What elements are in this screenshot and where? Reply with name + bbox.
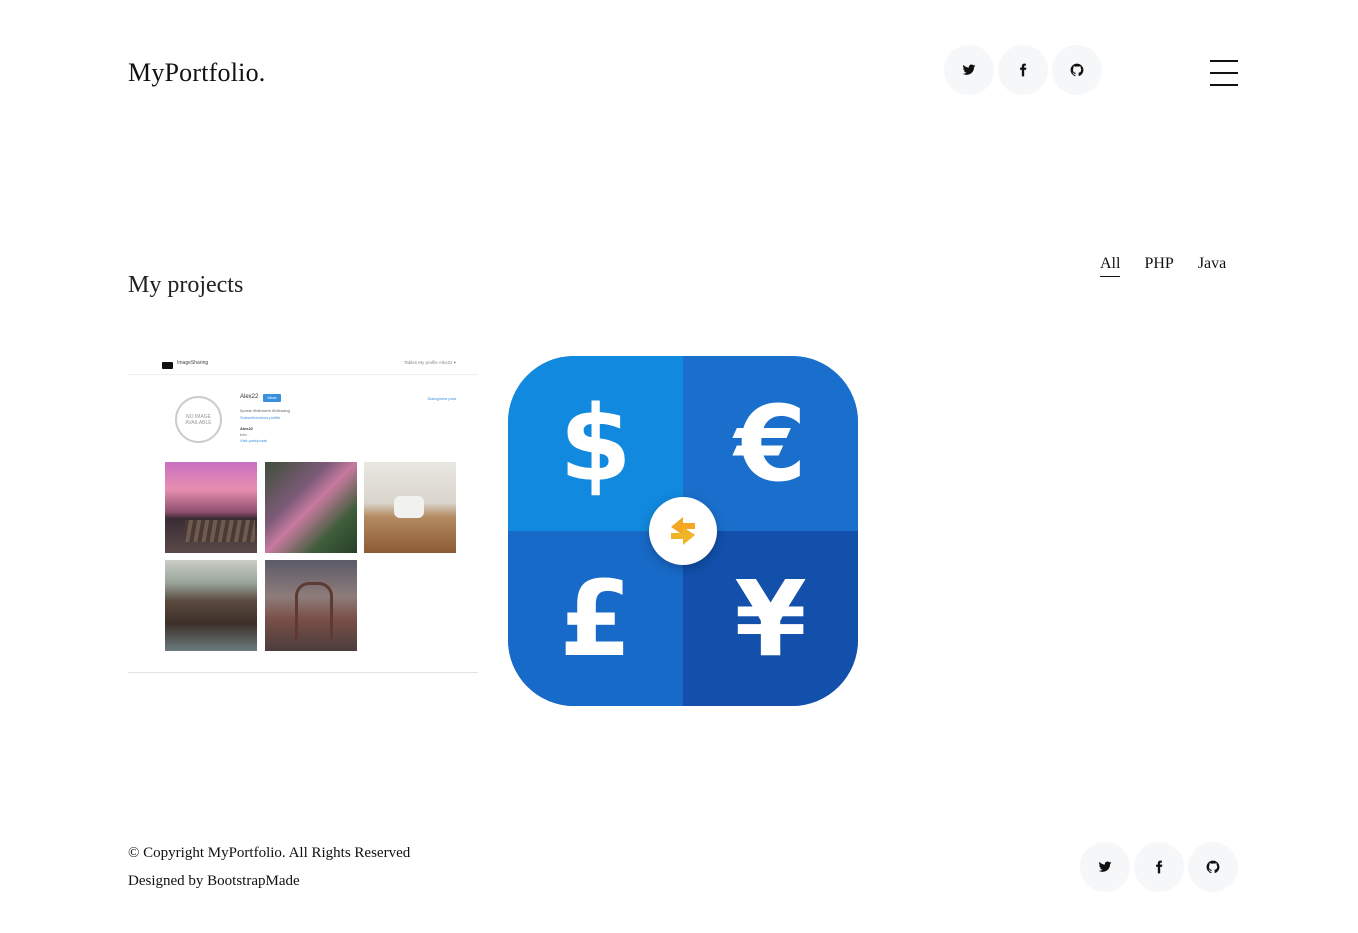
menu-line [1210,60,1238,62]
github-icon [1206,860,1220,874]
facebook-link[interactable] [998,45,1048,95]
copyright-text: © Copyright MyPortfolio. All Rights Rese… [128,845,411,861]
twitter-link[interactable] [1080,842,1130,892]
menu-line [1210,72,1238,74]
preview-stats: 0posts 0followers 0following [240,408,290,413]
project-filters: All PHP Java [1100,255,1226,277]
preview-name: Alex22 [240,426,253,431]
footer-social-links [1080,842,1238,892]
camera-icon [162,362,173,369]
photo-thumbnail [265,560,357,651]
github-icon [1070,63,1084,77]
preview-nav-links: Tables My profile Alex22 ▾ [403,360,456,365]
site-logo[interactable]: MyPortfolio. [128,58,265,88]
github-link[interactable] [1052,45,1102,95]
preview-bio: Info [240,432,247,437]
preview-brand: ImageSharing [177,360,209,366]
preview-subscribe: Subscribe/show profile [240,415,281,420]
menu-line [1210,84,1238,86]
facebook-icon [1156,860,1163,874]
preview-all-posts: Visit post/posts [240,438,267,443]
section-title: My projects [128,272,244,298]
swap-arrows-icon [649,497,717,565]
filter-all[interactable]: All [1100,255,1121,277]
euro-symbol: € [734,382,807,505]
filter-php[interactable]: PHP [1144,255,1173,277]
twitter-icon [962,64,976,75]
twitter-link[interactable] [944,45,994,95]
header-social-links [944,45,1102,95]
pound-symbol: £ [559,557,632,680]
hamburger-menu-icon[interactable] [1210,60,1238,87]
preview-username: Alex22 [240,394,259,400]
facebook-link[interactable] [1134,842,1184,892]
bootstrapmade-link[interactable]: BootstrapMade [207,873,299,889]
preview-navbar: ImageSharing Tables My profile Alex22 ▾ [128,356,478,375]
photo-thumbnail [364,462,456,553]
github-link[interactable] [1188,842,1238,892]
photo-thumbnail [165,560,257,651]
preview-edit-link: Dialog/new post [427,396,456,401]
photo-thumbnail [265,462,357,553]
project-card-image-sharing[interactable]: ImageSharing Tables My profile Alex22 ▾ … [128,356,478,706]
designed-by: Designed by BootstrapMade [128,873,300,890]
filter-java[interactable]: Java [1198,255,1226,277]
project-card-currency-converter[interactable]: $ € £ ¥ [508,356,858,706]
preview-follow-button: follow [263,394,281,402]
preview-divider [128,672,478,673]
twitter-icon [1098,861,1112,872]
dollar-symbol: $ [559,382,632,505]
photo-thumbnail [165,462,257,553]
no-image-avatar: NO IMAGE AVAILABLE [175,396,222,443]
yen-symbol: ¥ [734,557,807,680]
designed-prefix: Designed by [128,873,208,889]
facebook-icon [1020,63,1027,77]
currency-converter-icon: $ € £ ¥ [508,356,858,706]
